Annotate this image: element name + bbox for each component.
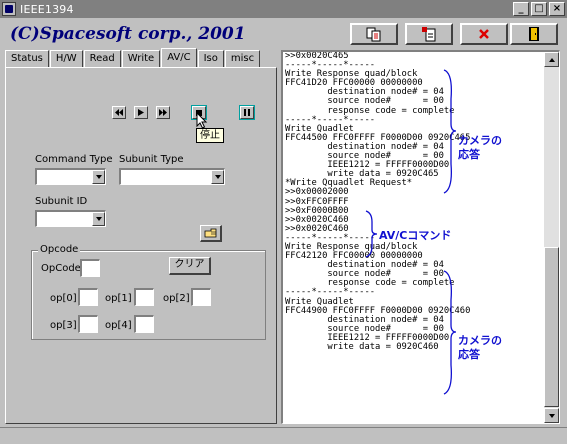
scroll-up-button[interactable] <box>544 52 559 67</box>
send-hand-icon <box>204 228 216 238</box>
scroll-down-button[interactable] <box>544 408 559 423</box>
tab-status[interactable]: Status <box>5 50 49 67</box>
avc-command-annotation: AV/Cコマンド <box>379 229 452 242</box>
arrow-up-icon <box>548 57 555 62</box>
tab-iso[interactable]: Iso <box>197 50 224 67</box>
maximize-button[interactable]: □ <box>531 2 547 16</box>
annotation-line: 応答 <box>458 348 480 361</box>
log-text: >>0x0020C465 -----*-----*----- Write Respo… <box>285 52 543 352</box>
op4-label: op[4] <box>105 320 132 331</box>
paste-button[interactable] <box>405 23 453 45</box>
avc-panel: Command Type Subunit Type Subunit ID Opc… <box>5 67 277 424</box>
opcode-group: Opcode OpCode クリア op[0] op[1] op[2] op[3… <box>31 244 266 340</box>
op0-input[interactable] <box>78 288 98 306</box>
window-title-bar[interactable]: IEEE1394 _ □ × <box>0 0 567 18</box>
brace-avc-command <box>365 210 378 258</box>
stop-tooltip: 停止 <box>196 128 224 143</box>
app-icon[interactable] <box>2 2 16 16</box>
brand-text: (C)Spacesoft corp., 2001 <box>10 24 246 44</box>
scroll-thumb[interactable] <box>544 247 559 407</box>
stop-button[interactable] <box>460 23 508 45</box>
opcode-input[interactable] <box>80 259 100 277</box>
status-bar <box>0 427 567 444</box>
op3-label: op[3] <box>50 320 77 331</box>
copy-icon <box>366 27 381 42</box>
log-line: write data = 0920C460 <box>285 342 439 352</box>
chevron-down-icon[interactable] <box>92 170 105 184</box>
play-icon <box>138 109 144 116</box>
tab-misc[interactable]: misc <box>224 50 261 67</box>
subunit-id-select[interactable] <box>35 210 106 227</box>
subunit-type-label: Subunit Type <box>119 154 184 165</box>
op1-label: op[1] <box>105 293 132 304</box>
log-output[interactable]: >>0x0020C465 -----*-----*----- Write Respo… <box>281 50 560 424</box>
pause-button[interactable] <box>239 105 255 120</box>
tab-write[interactable]: Write <box>121 50 161 67</box>
clear-button[interactable]: クリア <box>169 257 211 275</box>
op3-input[interactable] <box>78 315 98 333</box>
log-scrollbar[interactable] <box>544 52 559 423</box>
camera-response-annotation-2: カメラの 応答 <box>458 334 502 362</box>
rewind-button[interactable] <box>112 106 126 119</box>
exit-door-icon <box>529 27 539 41</box>
rewind-icon <box>115 109 123 116</box>
opcode-group-label: Opcode <box>38 244 81 255</box>
close-button[interactable]: × <box>549 2 565 16</box>
subunit-type-select[interactable] <box>119 168 225 185</box>
fast-forward-button[interactable] <box>156 106 170 119</box>
op2-input[interactable] <box>191 288 211 306</box>
command-type-select[interactable] <box>35 168 106 185</box>
op1-input[interactable] <box>134 288 154 306</box>
tab-avc[interactable]: AV/C <box>161 48 197 67</box>
copy-button[interactable] <box>350 23 398 45</box>
command-type-label: Command Type <box>35 154 113 165</box>
chevron-down-icon[interactable] <box>92 212 105 226</box>
annotation-line: カメラの <box>458 134 502 147</box>
tab-strip: Status H/W Read Write AV/C Iso misc <box>5 48 261 67</box>
send-button[interactable] <box>200 225 222 242</box>
camera-response-annotation-1: カメラの 応答 <box>458 134 502 162</box>
subunit-id-label: Subunit ID <box>35 196 88 207</box>
pause-icon <box>244 109 250 116</box>
op0-label: op[0] <box>50 293 77 304</box>
exit-button[interactable] <box>510 23 558 45</box>
minimize-button[interactable]: _ <box>513 2 529 16</box>
fast-forward-icon <box>159 109 167 116</box>
annotation-line: カメラの <box>458 334 502 347</box>
stop-x-icon <box>479 29 489 39</box>
arrow-down-icon <box>548 413 555 418</box>
annotation-line: 応答 <box>458 148 480 161</box>
tab-hw[interactable]: H/W <box>49 50 83 67</box>
chevron-down-icon[interactable] <box>211 170 224 184</box>
opcode-label: OpCode <box>41 263 81 274</box>
paste-icon <box>422 27 436 42</box>
brace-camera-response-2 <box>443 270 457 395</box>
op2-label: op[2] <box>163 293 190 304</box>
window-title: IEEE1394 <box>20 2 74 16</box>
play-button[interactable] <box>134 106 148 119</box>
brace-camera-response-1 <box>443 69 457 194</box>
tab-read[interactable]: Read <box>83 50 121 67</box>
op4-input[interactable] <box>134 315 154 333</box>
